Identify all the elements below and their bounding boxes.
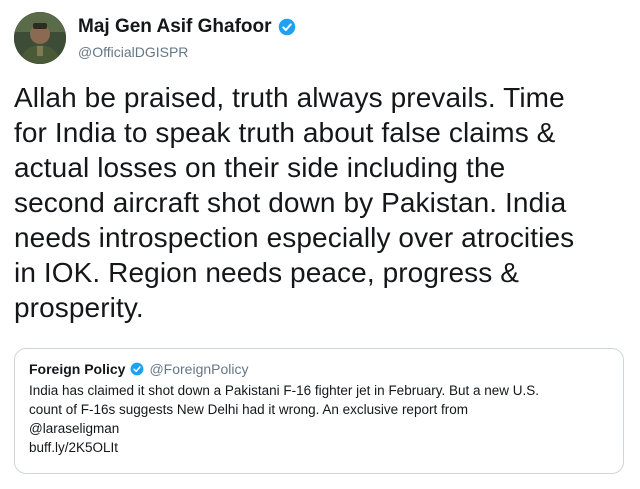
quoted-tweet[interactable]: Foreign Policy @ForeignPolicy India has … xyxy=(14,348,624,474)
quoted-handle: @ForeignPolicy xyxy=(149,361,249,377)
tweet-card: Maj Gen Asif Ghafoor @OfficialDGISPR All… xyxy=(0,0,640,489)
verified-badge-icon xyxy=(278,18,296,36)
avatar[interactable] xyxy=(14,12,66,64)
tweet-text-line: prosperity. xyxy=(14,292,144,323)
quoted-tweet-text: India has claimed it shot down a Pakista… xyxy=(29,381,609,457)
author-info: Maj Gen Asif Ghafoor @OfficialDGISPR xyxy=(78,16,296,60)
quoted-display-name: Foreign Policy xyxy=(29,361,126,377)
avatar-image xyxy=(14,12,66,64)
tweet-text-line: for India to speak truth about false cla… xyxy=(14,117,556,148)
verified-badge-icon xyxy=(130,362,144,376)
tweet-text-line: Allah be praised, truth always prevails.… xyxy=(14,82,565,113)
quoted-mention-link[interactable]: @laraseligman xyxy=(29,419,609,438)
tweet-text-line: in IOK. Region needs peace, progress & xyxy=(14,257,519,288)
tweet-text-line: second aircraft shot down by Pakistan. I… xyxy=(14,187,567,218)
display-name[interactable]: Maj Gen Asif Ghafoor xyxy=(78,16,272,38)
tweet-text: Allah be praised, truth always prevails.… xyxy=(14,80,626,325)
quoted-tweet-header: Foreign Policy @ForeignPolicy xyxy=(29,361,609,377)
quoted-text-line: count of F-16s suggests New Delhi had it… xyxy=(29,402,468,417)
quoted-url-link[interactable]: buff.ly/2K5OLIt xyxy=(29,438,609,457)
tweet-text-line: actual losses on their side including th… xyxy=(14,152,506,183)
name-row: Maj Gen Asif Ghafoor xyxy=(78,16,296,38)
tweet-text-line: needs introspection especially over atro… xyxy=(14,222,575,253)
quoted-text-line: India has claimed it shot down a Pakista… xyxy=(29,383,540,398)
user-handle[interactable]: @OfficialDGISPR xyxy=(78,44,296,60)
